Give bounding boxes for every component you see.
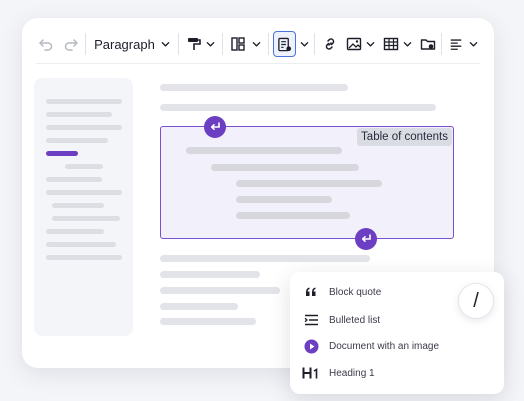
toolbar-divider: [85, 33, 87, 55]
chevron-down-icon: [300, 41, 309, 47]
text-line-placeholder: [160, 271, 260, 278]
table-button[interactable]: [383, 36, 412, 52]
undo-button[interactable]: [36, 33, 55, 55]
layout-button[interactable]: [228, 36, 263, 52]
outline-item[interactable]: [46, 255, 122, 260]
paint-format-button[interactable]: [184, 36, 217, 52]
paint-format-icon: [187, 38, 201, 50]
chevron-down-icon: [161, 41, 170, 47]
menu-item-label: Bulleted list: [329, 314, 381, 326]
toc-label: Table of contents: [357, 128, 452, 146]
toolbar-divider: [177, 33, 179, 55]
layout-icon: [230, 37, 245, 51]
toc-entry[interactable]: [211, 164, 359, 171]
table-of-contents-block[interactable]: Table of contents: [160, 126, 454, 239]
insert-paragraph-before-button[interactable]: [204, 116, 226, 138]
menu-item-document-with-image[interactable]: Document with an image: [302, 335, 439, 357]
link-icon: [325, 38, 335, 50]
chevron-down-icon: [403, 41, 412, 47]
text-line-placeholder: [160, 104, 436, 111]
outline-item[interactable]: [65, 164, 103, 169]
outline-item[interactable]: [46, 177, 102, 182]
outline-item[interactable]: [46, 190, 122, 195]
insert-paragraph-after-button[interactable]: [355, 228, 377, 250]
redo-icon: [64, 39, 78, 51]
outline-item[interactable]: [46, 125, 122, 130]
text-line-placeholder: [160, 84, 348, 91]
slash-command-button[interactable]: /: [458, 283, 494, 319]
menu-item-label: Document with an image: [329, 340, 440, 352]
outline-item-active[interactable]: [46, 151, 78, 156]
menu-item-label: Block quote: [329, 286, 382, 298]
align-icon: [450, 39, 462, 50]
enter-arrow-icon: [362, 234, 371, 242]
outline-item[interactable]: [46, 99, 122, 104]
menu-item-heading-1[interactable]: Heading 1: [302, 362, 375, 384]
paragraph-label: Paragraph: [94, 36, 155, 52]
text-line-placeholder: [160, 287, 280, 294]
paragraph-format-dropdown[interactable]: Paragraph: [91, 37, 173, 52]
outline-item[interactable]: [46, 138, 108, 143]
chevron-down-icon: [206, 41, 215, 47]
menu-item-label: Heading 1: [329, 367, 375, 379]
outline-item[interactable]: [52, 216, 120, 221]
chevron-down-icon: [469, 41, 478, 47]
document-outline-sidebar: [34, 78, 133, 336]
menu-item-bulleted-list[interactable]: Bulleted list: [302, 309, 380, 331]
toc-entry[interactable]: [186, 147, 342, 154]
menu-item-block-quote[interactable]: Block quote: [302, 281, 381, 303]
bulleted-list-icon: [302, 311, 320, 329]
table-of-contents-icon: [278, 37, 292, 51]
toolbar-underline: [36, 63, 480, 64]
toc-entry[interactable]: [236, 180, 382, 187]
toolbar-divider: [441, 33, 443, 55]
outline-item[interactable]: [52, 203, 104, 208]
link-button[interactable]: [320, 36, 340, 52]
text-line-placeholder: [160, 318, 256, 325]
toolbar: Paragraph: [36, 26, 480, 62]
text-line-placeholder: [160, 303, 238, 310]
toc-dropdown[interactable]: [300, 40, 309, 49]
enter-arrow-icon: [211, 122, 220, 130]
image-button[interactable]: [346, 36, 375, 52]
outline-item[interactable]: [46, 229, 104, 234]
chevron-down-icon: [252, 41, 260, 47]
image-icon: [346, 37, 362, 51]
insert-file-icon: [420, 39, 436, 50]
table-icon: [383, 37, 399, 51]
quote-icon: [302, 283, 320, 301]
heading-icon: [302, 364, 320, 382]
undo-icon: [38, 39, 52, 51]
chevron-down-icon: [366, 41, 375, 47]
toc-entry[interactable]: [236, 196, 332, 203]
slash-label: /: [473, 289, 479, 312]
play-icon: [302, 337, 320, 355]
outline-item[interactable]: [46, 242, 116, 247]
redo-button[interactable]: [61, 33, 80, 55]
toc-entry[interactable]: [236, 212, 350, 219]
table-of-contents-button[interactable]: [273, 31, 297, 57]
toolbar-divider: [314, 33, 316, 55]
insert-file-button[interactable]: [420, 36, 436, 52]
outline-item[interactable]: [46, 112, 112, 117]
toolbar-divider: [267, 33, 269, 55]
align-dropdown[interactable]: [447, 37, 480, 51]
text-line-placeholder: [160, 255, 370, 262]
toolbar-divider: [221, 33, 223, 55]
